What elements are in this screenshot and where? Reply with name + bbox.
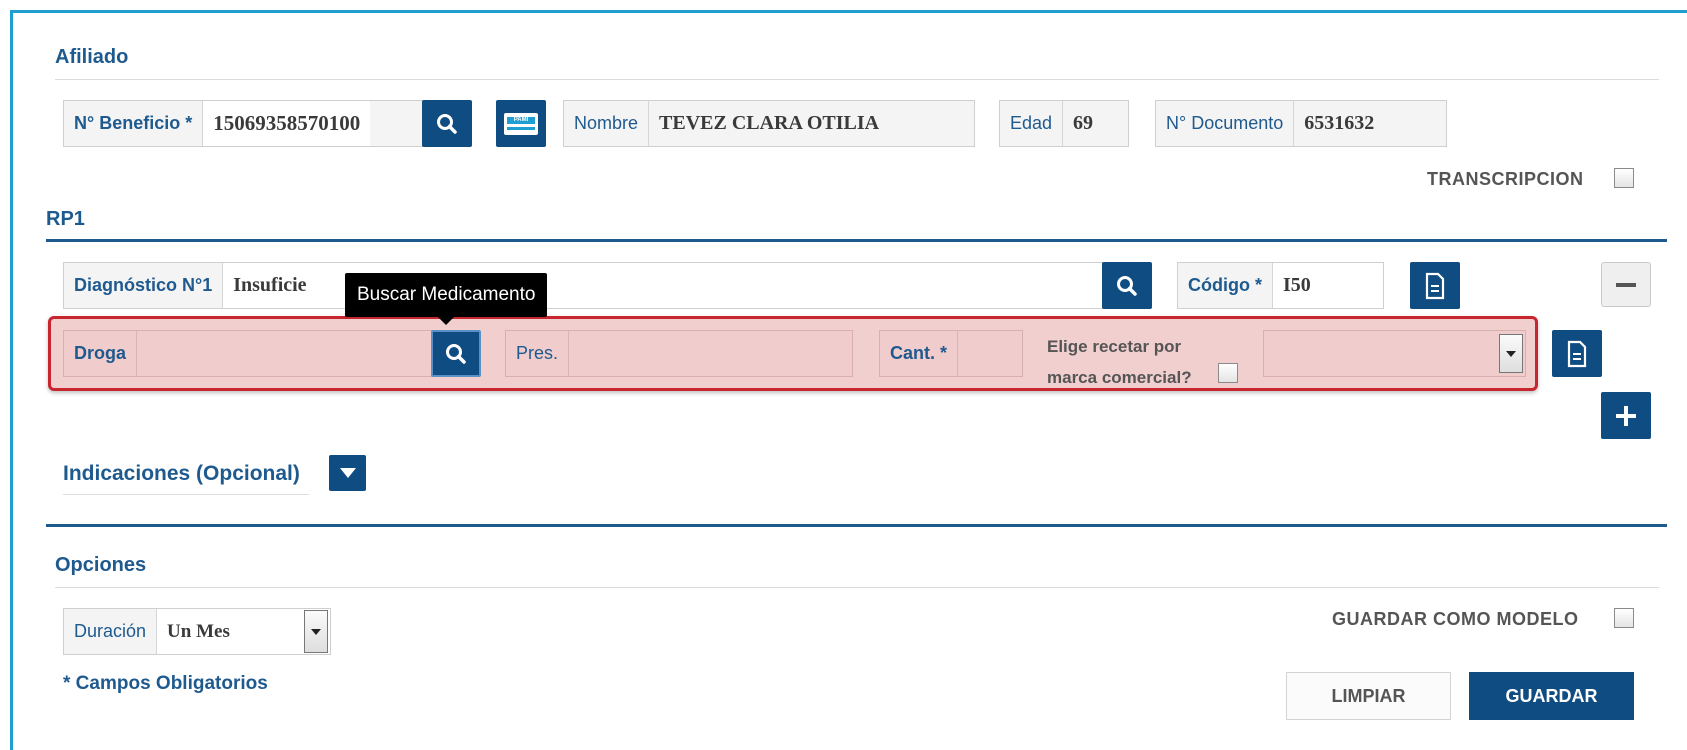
marca-select-arrow[interactable]	[1499, 334, 1523, 373]
nombre-value: TEVEZ CLARA OTILIA	[659, 112, 880, 134]
droga-search-button[interactable]	[431, 330, 481, 377]
transcripcion-label: TRANSCRIPCION	[1427, 169, 1584, 189]
cant-label: Cant. *	[880, 331, 959, 376]
document-icon	[1425, 272, 1445, 299]
diagnostico-search-button[interactable]	[1102, 262, 1152, 309]
opciones-divider	[55, 587, 1659, 588]
guardar-modelo-label: GUARDAR COMO MODELO	[1332, 609, 1579, 629]
add-medicamento-button[interactable]	[1601, 392, 1651, 439]
droga-label: Droga	[64, 331, 138, 376]
guardar-button[interactable]: GUARDAR	[1469, 672, 1634, 720]
credential-card-button[interactable]: PAMI	[496, 100, 546, 147]
medicamento-document-button[interactable]	[1552, 330, 1602, 377]
rp1-divider	[46, 239, 1667, 242]
diagnostico-label: Diagnóstico N°1	[64, 263, 224, 308]
codigo-label: Código *	[1178, 263, 1273, 308]
card-icon-stripe	[507, 127, 535, 130]
beneficio-label: N° Beneficio *	[64, 101, 204, 146]
edad-field: Edad 69	[999, 100, 1129, 147]
nombre-label: Nombre	[564, 101, 650, 146]
diagnostico-field: Diagnóstico N°1 Insuficie	[63, 262, 1103, 309]
plus-icon	[1616, 405, 1636, 426]
indicaciones-label[interactable]: Indicaciones (Opcional)	[63, 462, 300, 486]
required-note: * Campos Obligatorios	[63, 673, 268, 694]
codigo-field: Código * I50	[1177, 262, 1384, 309]
marca-select[interactable]	[1263, 330, 1526, 377]
rp1-title: RP1	[46, 208, 85, 230]
minus-icon	[1616, 282, 1636, 287]
cant-input[interactable]	[958, 331, 1022, 376]
guardar-modelo-checkbox[interactable]	[1614, 608, 1634, 628]
remove-rp-button[interactable]	[1601, 262, 1651, 307]
indicaciones-underline	[63, 494, 309, 495]
card-icon-text: PAMI	[507, 117, 535, 124]
beneficio-input[interactable]: 15069358570100	[203, 101, 371, 146]
pres-input[interactable]	[569, 331, 852, 376]
marca-label-line2: marca comercial?	[1047, 368, 1192, 387]
beneficio-search-button[interactable]	[422, 100, 472, 147]
opciones-top-divider	[46, 524, 1667, 527]
diagnostico-document-button[interactable]	[1410, 262, 1460, 309]
duracion-select-arrow[interactable]	[304, 610, 328, 653]
cant-field: Cant. *	[879, 330, 1023, 377]
marca-label-line1: Elige recetar por	[1047, 337, 1182, 356]
duracion-label: Duración	[64, 609, 158, 654]
afiliado-title: Afiliado	[55, 46, 129, 68]
opciones-title: Opciones	[55, 554, 147, 576]
documento-field: N° Documento 6531632	[1155, 100, 1447, 147]
droga-field: Droga	[63, 330, 433, 377]
codigo-input[interactable]: I50	[1273, 263, 1383, 308]
duracion-field: Duración Un Mes	[63, 608, 331, 655]
search-icon	[1117, 275, 1137, 296]
indicaciones-toggle-button[interactable]	[329, 455, 366, 491]
documento-label: N° Documento	[1156, 101, 1295, 146]
search-icon	[446, 343, 466, 364]
marca-comercial-checkbox[interactable]	[1218, 363, 1238, 383]
card-icon: PAMI	[504, 112, 538, 135]
pres-field: Pres.	[505, 330, 853, 377]
documento-value: 6531632	[1304, 112, 1375, 134]
edad-value: 69	[1073, 112, 1094, 134]
nombre-field: Nombre TEVEZ CLARA OTILIA	[563, 100, 975, 147]
limpiar-button[interactable]: LIMPIAR	[1286, 672, 1451, 720]
caret-down-icon	[339, 468, 356, 478]
edad-label: Edad	[1000, 101, 1064, 146]
buscar-medicamento-tooltip: Buscar Medicamento	[345, 273, 548, 325]
marca-select-value	[1264, 331, 1525, 376]
caret-down-icon	[1506, 350, 1516, 357]
pres-label: Pres.	[506, 331, 570, 376]
beneficio-field: N° Beneficio * 15069358570100	[63, 100, 423, 147]
search-icon	[437, 113, 457, 134]
transcripcion-checkbox[interactable]	[1614, 168, 1634, 188]
afiliado-divider	[55, 79, 1659, 80]
document-icon	[1567, 340, 1587, 367]
droga-input[interactable]	[137, 331, 432, 376]
caret-down-icon	[311, 628, 321, 635]
